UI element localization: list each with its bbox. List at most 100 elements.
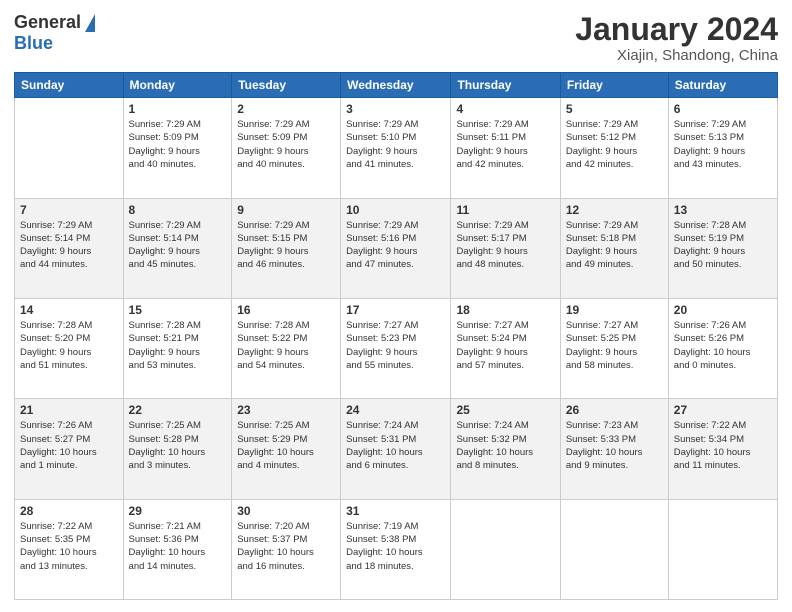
day-cell: 10Sunrise: 7:29 AM Sunset: 5:16 PM Dayli… xyxy=(341,198,451,298)
day-header-saturday: Saturday xyxy=(668,73,777,98)
day-number: 17 xyxy=(346,303,445,317)
day-cell: 9 Sunrise: 7:29 AM Sunset: 5:15 PM Daylig… xyxy=(232,198,341,298)
day-number: 7 xyxy=(20,203,118,217)
week-row-4: 28 Sunrise: 7:22 AM Sunset: 5:35 PM Dayli… xyxy=(15,499,778,599)
day-info: Sunrise: 7:27 AM Sunset: 5:24 PM Dayligh… xyxy=(456,319,554,372)
day-cell: 25 Sunrise: 7:24 AM Sunset: 5:32 PM Dayli… xyxy=(451,399,560,499)
day-info: Sunrise: 7:28 AM Sunset: 5:20 PM Dayligh… xyxy=(20,319,118,372)
logo: General Blue xyxy=(14,12,95,54)
day-cell: 31 Sunrise: 7:19 AM Sunset: 5:38 PM Dayli… xyxy=(341,499,451,599)
day-number: 19 xyxy=(566,303,663,317)
day-number: 13 xyxy=(674,203,772,217)
day-header-tuesday: Tuesday xyxy=(232,73,341,98)
day-number: 26 xyxy=(566,403,663,417)
calendar-title: January 2024 xyxy=(575,12,778,47)
day-cell: 27 Sunrise: 7:22 AM Sunset: 5:34 PM Dayli… xyxy=(668,399,777,499)
day-header-sunday: Sunday xyxy=(15,73,124,98)
header-row: SundayMondayTuesdayWednesdayThursdayFrid… xyxy=(15,73,778,98)
day-cell: 17 Sunrise: 7:27 AM Sunset: 5:23 PM Dayli… xyxy=(341,298,451,398)
day-cell: 30 Sunrise: 7:20 AM Sunset: 5:37 PM Dayli… xyxy=(232,499,341,599)
day-cell: 28 Sunrise: 7:22 AM Sunset: 5:35 PM Dayli… xyxy=(15,499,124,599)
day-number: 28 xyxy=(20,504,118,518)
day-number: 4 xyxy=(456,102,554,116)
day-info: Sunrise: 7:29 AM Sunset: 5:18 PM Dayligh… xyxy=(566,219,663,272)
day-info: Sunrise: 7:29 AM Sunset: 5:13 PM Dayligh… xyxy=(674,118,772,171)
day-cell: 11 Sunrise: 7:29 AM Sunset: 5:17 PM Dayli… xyxy=(451,198,560,298)
day-info: Sunrise: 7:22 AM Sunset: 5:34 PM Dayligh… xyxy=(674,419,772,472)
day-number: 21 xyxy=(20,403,118,417)
day-cell: 29Sunrise: 7:21 AM Sunset: 5:36 PM Dayli… xyxy=(123,499,232,599)
day-number: 24 xyxy=(346,403,445,417)
day-number: 27 xyxy=(674,403,772,417)
day-info: Sunrise: 7:29 AM Sunset: 5:10 PM Dayligh… xyxy=(346,118,445,171)
day-cell: 20Sunrise: 7:26 AM Sunset: 5:26 PM Dayli… xyxy=(668,298,777,398)
day-number: 12 xyxy=(566,203,663,217)
day-cell: 19Sunrise: 7:27 AM Sunset: 5:25 PM Dayli… xyxy=(560,298,668,398)
day-info: Sunrise: 7:29 AM Sunset: 5:17 PM Dayligh… xyxy=(456,219,554,272)
day-number: 11 xyxy=(456,203,554,217)
day-info: Sunrise: 7:22 AM Sunset: 5:35 PM Dayligh… xyxy=(20,520,118,573)
title-block: January 2024 Xiajin, Shandong, China xyxy=(575,12,778,64)
day-number: 31 xyxy=(346,504,445,518)
day-info: Sunrise: 7:26 AM Sunset: 5:27 PM Dayligh… xyxy=(20,419,118,472)
day-cell: 12 Sunrise: 7:29 AM Sunset: 5:18 PM Dayli… xyxy=(560,198,668,298)
day-header-wednesday: Wednesday xyxy=(341,73,451,98)
day-info: Sunrise: 7:19 AM Sunset: 5:38 PM Dayligh… xyxy=(346,520,445,573)
day-number: 25 xyxy=(456,403,554,417)
day-info: Sunrise: 7:24 AM Sunset: 5:31 PM Dayligh… xyxy=(346,419,445,472)
header: General Blue January 2024 Xiajin, Shando… xyxy=(14,12,778,64)
calendar-subtitle: Xiajin, Shandong, China xyxy=(575,47,778,64)
day-cell: 1Sunrise: 7:29 AM Sunset: 5:09 PM Daylig… xyxy=(123,98,232,198)
day-cell: 26 Sunrise: 7:23 AM Sunset: 5:33 PM Dayli… xyxy=(560,399,668,499)
week-row-0: 1 Sunrise: 7:29 AM Sunset: 5:09 PM Daylig… xyxy=(15,98,778,198)
day-number: 6 xyxy=(674,102,772,116)
day-info: Sunrise: 7:28 AM Sunset: 5:19 PM Dayligh… xyxy=(674,219,772,272)
day-cell: 13 Sunrise: 7:28 AM Sunset: 5:19 PM Dayli… xyxy=(668,198,777,298)
day-number: 30 xyxy=(237,504,335,518)
logo-blue-text: Blue xyxy=(14,33,53,54)
day-number: 3 xyxy=(346,102,445,116)
day-cell xyxy=(451,499,560,599)
day-cell: 14 Sunrise: 7:28 AM Sunset: 5:20 PM Dayli… xyxy=(15,298,124,398)
day-cell xyxy=(560,499,668,599)
day-cell: 3 Sunrise: 7:29 AM Sunset: 5:10 PM Daylig… xyxy=(341,98,451,198)
day-cell: 23 Sunrise: 7:25 AM Sunset: 5:29 PM Dayli… xyxy=(232,399,341,499)
day-header-friday: Friday xyxy=(560,73,668,98)
day-info: Sunrise: 7:29 AM Sunset: 5:16 PM Dayligh… xyxy=(346,219,445,272)
day-info: Sunrise: 7:23 AM Sunset: 5:33 PM Dayligh… xyxy=(566,419,663,472)
day-info: Sunrise: 7:29 AM Sunset: 5:12 PM Dayligh… xyxy=(566,118,663,171)
day-cell: 24 Sunrise: 7:24 AM Sunset: 5:31 PM Dayli… xyxy=(341,399,451,499)
day-cell: 5Sunrise: 7:29 AM Sunset: 5:12 PM Daylig… xyxy=(560,98,668,198)
day-number: 2 xyxy=(237,102,335,116)
logo-triangle-icon xyxy=(85,14,95,32)
day-header-thursday: Thursday xyxy=(451,73,560,98)
day-info: Sunrise: 7:25 AM Sunset: 5:29 PM Dayligh… xyxy=(237,419,335,472)
day-number: 1 xyxy=(129,102,227,116)
day-number: 15 xyxy=(129,303,227,317)
day-info: Sunrise: 7:29 AM Sunset: 5:14 PM Dayligh… xyxy=(20,219,118,272)
day-info: Sunrise: 7:20 AM Sunset: 5:37 PM Dayligh… xyxy=(237,520,335,573)
day-info: Sunrise: 7:24 AM Sunset: 5:32 PM Dayligh… xyxy=(456,419,554,472)
day-number: 18 xyxy=(456,303,554,317)
day-cell: 6 Sunrise: 7:29 AM Sunset: 5:13 PM Daylig… xyxy=(668,98,777,198)
day-cell xyxy=(15,98,124,198)
day-cell xyxy=(668,499,777,599)
day-info: Sunrise: 7:29 AM Sunset: 5:15 PM Dayligh… xyxy=(237,219,335,272)
day-info: Sunrise: 7:29 AM Sunset: 5:11 PM Dayligh… xyxy=(456,118,554,171)
week-row-2: 14 Sunrise: 7:28 AM Sunset: 5:20 PM Dayli… xyxy=(15,298,778,398)
day-info: Sunrise: 7:25 AM Sunset: 5:28 PM Dayligh… xyxy=(129,419,227,472)
day-cell: 15Sunrise: 7:28 AM Sunset: 5:21 PM Dayli… xyxy=(123,298,232,398)
day-info: Sunrise: 7:26 AM Sunset: 5:26 PM Dayligh… xyxy=(674,319,772,372)
day-number: 22 xyxy=(129,403,227,417)
day-number: 9 xyxy=(237,203,335,217)
day-info: Sunrise: 7:27 AM Sunset: 5:23 PM Dayligh… xyxy=(346,319,445,372)
day-info: Sunrise: 7:29 AM Sunset: 5:09 PM Dayligh… xyxy=(237,118,335,171)
calendar-table: SundayMondayTuesdayWednesdayThursdayFrid… xyxy=(14,72,778,600)
day-number: 23 xyxy=(237,403,335,417)
day-number: 14 xyxy=(20,303,118,317)
day-number: 29 xyxy=(129,504,227,518)
day-cell: 22 Sunrise: 7:25 AM Sunset: 5:28 PM Dayli… xyxy=(123,399,232,499)
day-cell: 18 Sunrise: 7:27 AM Sunset: 5:24 PM Dayli… xyxy=(451,298,560,398)
week-row-3: 21 Sunrise: 7:26 AM Sunset: 5:27 PM Dayli… xyxy=(15,399,778,499)
day-header-monday: Monday xyxy=(123,73,232,98)
